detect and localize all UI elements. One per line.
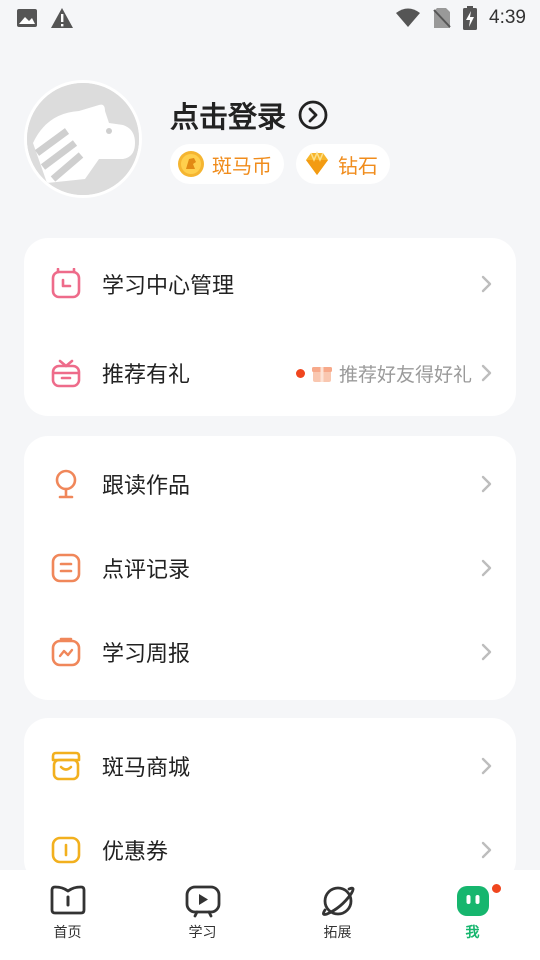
menu-item-read-along[interactable]: 跟读作品	[24, 442, 516, 526]
menu-card-shop: 斑马商城 优惠券	[24, 718, 516, 884]
tab-label: 学习	[188, 925, 217, 941]
chevron-right-icon	[481, 643, 492, 661]
profile-face-icon	[456, 886, 489, 916]
avatar[interactable]	[24, 80, 142, 198]
menu-card-account: 学习中心管理 推荐有礼 推荐好友得好礼	[24, 238, 516, 416]
bottom-tab-bar: 首页 学习 拓展 我	[0, 870, 540, 960]
diamond-badge[interactable]: 钻石	[296, 144, 390, 184]
comment-icon	[51, 553, 81, 583]
menu-item-label: 点评记录	[102, 558, 191, 583]
tab-home[interactable]: 首页	[0, 870, 135, 942]
tab-label: 我	[465, 925, 480, 941]
login-button[interactable]: 点击登录	[170, 94, 328, 136]
wifi-icon	[396, 8, 421, 27]
chevron-right-icon	[481, 364, 492, 382]
menu-item-study-center[interactable]: 学习中心管理	[24, 238, 516, 330]
login-label: 点击登录	[170, 100, 287, 134]
menu-item-label: 优惠券	[102, 840, 169, 865]
alert-icon	[51, 8, 73, 28]
menu-item-label: 学习周报	[102, 642, 191, 667]
zebra-coin-badge[interactable]: 斑马币	[170, 144, 284, 184]
chevron-right-icon	[481, 559, 492, 577]
notification-dot	[295, 368, 305, 378]
tv-icon	[185, 885, 220, 918]
menu-item-label: 学习中心管理	[102, 274, 235, 299]
notification-dot	[490, 882, 503, 895]
calendar-clock-icon	[51, 268, 81, 299]
zebra-avatar-icon	[27, 83, 139, 195]
menu-card-learning: 跟读作品 点评记录 学习周报	[24, 436, 516, 700]
zebra-coin-icon	[178, 151, 204, 177]
tab-explore[interactable]: 拓展	[270, 870, 405, 942]
no-sim-icon	[433, 8, 451, 28]
menu-item-label: 斑马商城	[102, 756, 191, 781]
battery-charging-icon	[463, 6, 478, 30]
menu-item-review-records[interactable]: 点评记录	[24, 526, 516, 610]
menu-item-zebra-mall[interactable]: 斑马商城	[24, 724, 516, 808]
planet-icon	[321, 886, 354, 916]
chevron-right-icon	[481, 757, 492, 775]
profile-header: 点击登录 斑马币 钻石	[24, 80, 524, 210]
gift-icon	[51, 359, 81, 388]
chevron-right-icon	[481, 841, 492, 859]
diamond-label: 钻石	[338, 153, 378, 178]
arrow-circle-right-icon	[298, 100, 328, 130]
shop-icon	[51, 751, 81, 781]
tab-label: 拓展	[323, 925, 352, 941]
menu-item-referral[interactable]: 推荐有礼 推荐好友得好礼	[24, 330, 516, 416]
tab-study[interactable]: 学习	[135, 870, 270, 942]
report-icon	[51, 637, 81, 667]
chevron-right-icon	[481, 475, 492, 493]
gift-box-icon	[311, 367, 332, 382]
book-icon	[50, 885, 85, 915]
chevron-right-icon	[481, 275, 492, 293]
coupon-icon	[51, 836, 81, 864]
referral-hint-text: 推荐好友得好礼	[338, 363, 472, 386]
diamond-icon	[306, 151, 328, 175]
tab-label: 首页	[53, 925, 82, 941]
menu-item-label: 跟读作品	[102, 474, 191, 499]
image-icon	[17, 9, 37, 27]
microphone-icon	[55, 469, 77, 499]
zebra-coin-label: 斑马币	[212, 153, 272, 178]
status-bar: 4:39	[0, 0, 540, 36]
menu-item-weekly-report[interactable]: 学习周报	[24, 610, 516, 694]
status-time: 4:39	[489, 7, 526, 28]
tab-me[interactable]: 我	[405, 870, 540, 942]
menu-item-label: 推荐有礼	[102, 363, 191, 388]
referral-hint: 推荐好友得好礼	[295, 360, 472, 387]
